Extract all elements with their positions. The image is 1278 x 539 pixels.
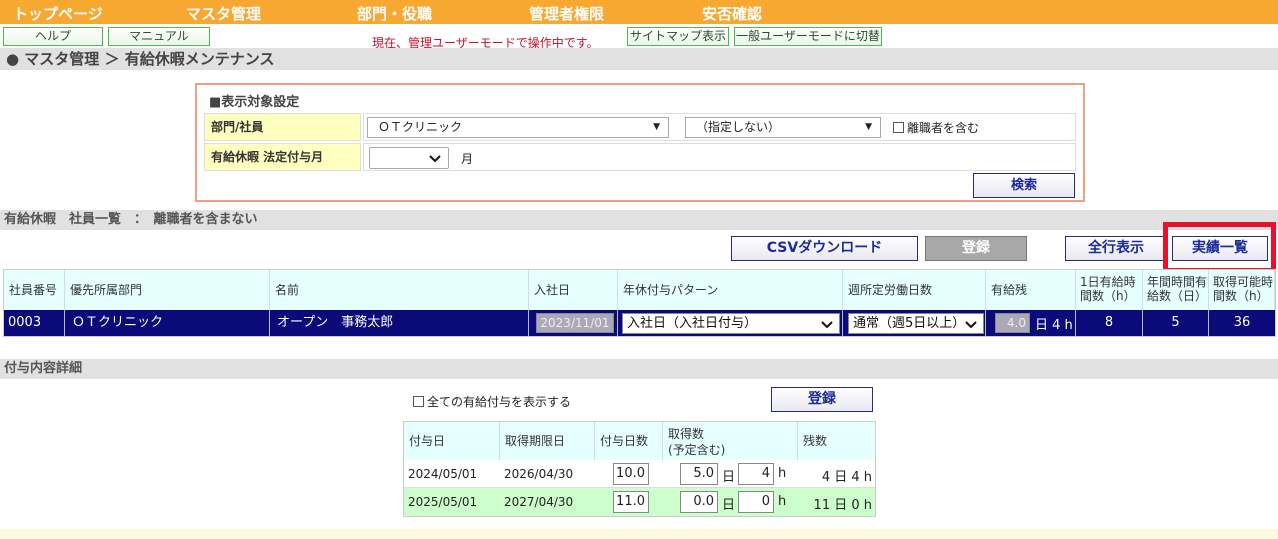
weekly-days-select-value: 通常（週5日以上） [853, 316, 966, 331]
include-retired-label: 離職者を含む [907, 121, 980, 135]
cell-name[interactable]: オープン 事務太郎 [270, 310, 529, 336]
row2-remain: 11 日 0 h [813, 498, 872, 513]
register-button-disabled[interactable]: 登録 [925, 236, 1027, 261]
remaining-input[interactable]: 4.0 [995, 313, 1030, 333]
sitemap-button[interactable]: サイトマップ表示 [627, 27, 729, 46]
nav-safety[interactable]: 安否確認 [702, 3, 762, 24]
th-taken: 取得数 (予定含む) [663, 422, 798, 460]
cell-emp-no[interactable]: 0003 [4, 310, 65, 336]
show-all-grants-checkbox[interactable]: 全ての有給付与を表示する [413, 393, 571, 410]
row1-taken-days-input[interactable]: 5.0 [680, 463, 718, 485]
row1-expiry: 2026/04/30 [504, 467, 574, 481]
dropdown-arrow-icon: ▼ [865, 122, 872, 132]
manual-button[interactable]: マニュアル [108, 27, 210, 46]
chevron-down-icon [429, 155, 441, 163]
row1-day-unit: 日 [722, 470, 736, 485]
cell-dept[interactable]: ＯＴクリニック [65, 310, 270, 336]
th-weekly-days: 週所定労働日数 [843, 270, 986, 310]
employee-list-bar: 有給休暇 社員一覧 ： 離職者を含まない [0, 210, 1278, 230]
th-available-hours: 取得可能時間数（h） [1209, 270, 1275, 310]
help-button[interactable]: ヘルプ [3, 27, 103, 46]
filter-title: ■表示対象設定 [209, 95, 300, 110]
include-retired-checkbox[interactable]: 離職者を含む [893, 119, 979, 136]
detail-register-button[interactable]: 登録 [771, 387, 873, 412]
cell-hire-date: 2023/11/01 [529, 310, 618, 336]
row2-hour-unit: h [778, 494, 787, 509]
row1-days-input[interactable]: 10.0 [613, 463, 649, 485]
th-dept: 優先所属部門 [65, 270, 270, 310]
th-pattern: 年休付与パターン [618, 270, 843, 310]
search-button[interactable]: 検索 [973, 173, 1075, 198]
csv-download-button[interactable]: CSVダウンロード [731, 236, 918, 261]
grant-month-select[interactable] [369, 147, 449, 169]
th-daily-hours: 1日有給時間数（h） [1076, 270, 1143, 310]
cell-annual-days[interactable]: 5 [1143, 310, 1209, 336]
checkbox-icon[interactable] [413, 396, 424, 407]
pattern-select[interactable]: 入社日（入社日付与） [622, 313, 840, 334]
th-grant-date: 付与日 [404, 422, 500, 460]
nav-dept[interactable]: 部門・役職 [357, 3, 432, 24]
nav-admin[interactable]: 管理者権限 [529, 3, 604, 24]
row2-day-unit: 日 [722, 498, 736, 513]
results-list-button[interactable]: 実績一覧 [1172, 236, 1268, 261]
th-annual-days: 年間時間有給数（日） [1143, 270, 1209, 310]
dropdown-arrow-icon: ▼ [653, 122, 660, 132]
th-remain: 残数 [798, 422, 875, 460]
checkbox-icon[interactable] [893, 122, 904, 133]
th-emp-no: 社員番号 [4, 270, 65, 310]
th-name: 名前 [270, 270, 529, 310]
month-unit: 月 [461, 152, 474, 166]
row1-remain: 4 日 4 h [821, 470, 872, 485]
grant-detail-bar: 付与内容詳細 [0, 359, 1278, 379]
dept-cell: ＯＴクリニック ▼ （指定しない） ▼ 離職者を含む [363, 113, 1076, 141]
chevron-down-icon [965, 321, 977, 329]
cell-remaining: 4.0 日 4 h [986, 310, 1076, 336]
top-nav: トップページ マスタ管理 部門・役職 管理者権限 安否確認 [0, 0, 1278, 24]
breadcrumb: ● マスタ管理 ＞ 有給休暇メンテナンス [0, 48, 1278, 70]
filter-panel: ■表示対象設定 部門/社員 ＯＴクリニック ▼ （指定しない） ▼ 離職者を含む 有… [195, 83, 1085, 202]
row1-grant-date: 2024/05/01 [408, 467, 478, 481]
show-all-button[interactable]: 全行表示 [1065, 236, 1167, 261]
th-remaining: 有給残 [986, 270, 1076, 310]
table-row[interactable]: 2024/05/01 2026/04/30 10.0 5.0 日 4 h 4 日… [404, 460, 875, 488]
nav-top-page[interactable]: トップページ [13, 3, 103, 24]
row2-expiry: 2027/04/30 [504, 495, 574, 509]
th-grant-days: 付与日数 [595, 422, 663, 460]
row2-taken-days-input[interactable]: 0.0 [680, 491, 718, 513]
employee-select[interactable]: （指定しない） ▼ [685, 117, 881, 138]
row2-grant-date: 2025/05/01 [408, 495, 478, 509]
row1-taken-hours-input[interactable]: 4 [738, 463, 774, 485]
footer-strip [0, 529, 1278, 539]
dept-select-value: ＯＴクリニック [378, 120, 463, 134]
table-row[interactable]: 2025/05/01 2027/04/30 11.0 0.0 日 0 h 11 … [404, 488, 875, 516]
cell-weekly-days: 通常（週5日以上） [843, 310, 986, 336]
dept-select[interactable]: ＯＴクリニック ▼ [367, 117, 669, 138]
cell-pattern: 入社日（入社日付与） [618, 310, 843, 336]
hire-date-input[interactable]: 2023/11/01 [536, 313, 614, 333]
show-all-grants-label: 全ての有給付与を表示する [427, 395, 572, 409]
row2-days-input[interactable]: 11.0 [613, 491, 649, 513]
remaining-unit: 日 4 h [1035, 318, 1073, 333]
th-hire-date: 入社日 [529, 270, 618, 310]
weekly-days-select[interactable]: 通常（週5日以上） [848, 313, 984, 334]
th-expiry: 取得期限日 [500, 422, 595, 460]
row2-taken-hours-input[interactable]: 0 [738, 491, 774, 513]
row1-hour-unit: h [778, 466, 787, 481]
grant-month-cell: 月 [363, 143, 1076, 171]
nav-master[interactable]: マスタ管理 [186, 3, 261, 24]
cell-available-hours[interactable]: 36 [1209, 310, 1275, 336]
pattern-select-value: 入社日（入社日付与） [627, 316, 758, 331]
chevron-down-icon [821, 321, 833, 329]
employee-select-value: （指定しない） [696, 120, 781, 134]
dept-label: 部門/社員 [204, 113, 361, 141]
switch-mode-button[interactable]: 一般ユーザーモードに切替 [734, 27, 882, 46]
grant-month-label: 有給休暇 法定付与月 [204, 143, 361, 171]
cell-daily-hours[interactable]: 8 [1076, 310, 1143, 336]
